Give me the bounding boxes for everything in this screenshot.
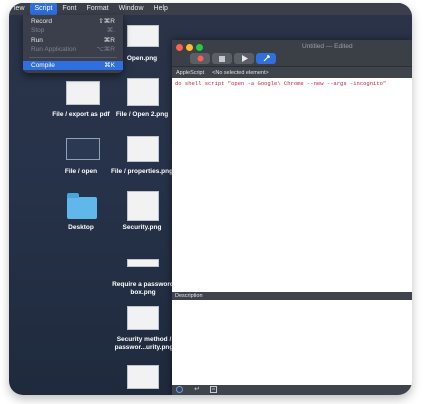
record-button[interactable] [190, 53, 210, 64]
compile-button[interactable] [256, 53, 276, 64]
properties-png-thumbnail[interactable] [127, 136, 159, 162]
menu-window[interactable]: Window [114, 3, 149, 15]
menu-item-shortcut: ⌘K [104, 62, 115, 69]
record-icon [197, 55, 203, 62]
language-popup[interactable]: AppleScript [172, 70, 208, 76]
open2-png-label: File / Open 2.png [115, 111, 169, 118]
description-header: Description [172, 292, 412, 300]
window-titlebar: Untitled — Edited [172, 40, 412, 67]
menu-separator [29, 57, 117, 58]
close-button[interactable] [176, 44, 183, 51]
menu-item-label: Record [31, 18, 52, 25]
element-popup[interactable]: <No selected element> [208, 70, 273, 76]
menu-font[interactable]: Font [57, 3, 81, 15]
menu-item-label: Compile [31, 62, 55, 69]
menu-item-shortcut: ⌘R [103, 37, 115, 44]
require-password-label: Require a password box.png [112, 281, 174, 296]
security-method-label: Security method / passwor...urity.png [114, 336, 174, 351]
menu-item-label: Run [31, 37, 43, 44]
menu-item-shortcut: ⇧⌘R [98, 18, 115, 25]
log-icon[interactable] [209, 386, 217, 394]
export-pdf-thumbnail[interactable] [66, 81, 100, 105]
bottom-bar: ↵ [172, 385, 412, 395]
play-icon [241, 55, 248, 62]
menu-item-record[interactable]: Record ⇧⌘R [23, 17, 123, 26]
script-editor-window: Untitled — Edited AppleScript <No select… [172, 40, 412, 395]
zoom-button[interactable] [196, 44, 203, 51]
minimize-button[interactable] [186, 44, 193, 51]
menu-item-shortcut: ⌥⌘R [96, 46, 115, 53]
file-open-label: File / open [64, 168, 98, 175]
security-png-label: Security.png [122, 224, 162, 231]
menu-item-stop[interactable]: Stop ⌘. [23, 26, 123, 35]
partial-thumbnail[interactable] [127, 365, 159, 389]
desktop-folder-icon[interactable] [67, 193, 97, 219]
info-icon[interactable] [175, 386, 183, 394]
menu-item-shortcut: ⌘. [106, 27, 115, 34]
menu-format[interactable]: Format [81, 3, 113, 15]
security-method-thumbnail[interactable] [127, 306, 159, 330]
reply-icon[interactable]: ↵ [193, 386, 201, 394]
description-area[interactable] [172, 300, 412, 385]
open-png-thumbnail[interactable] [127, 25, 159, 47]
stop-icon [219, 55, 225, 62]
export-pdf-label: File / export as pdf [52, 111, 110, 118]
file-open-thumbnail[interactable] [66, 138, 100, 160]
screen: iew Script Font Format Window Help Open.… [9, 3, 412, 395]
menu-item-run-application[interactable]: Run Application ⌥⌘R [23, 45, 123, 54]
menu-view[interactable]: iew [9, 3, 30, 15]
menu-item-label: Stop [31, 27, 45, 34]
desktop-folder-label: Desktop [68, 224, 94, 231]
open2-png-thumbnail[interactable] [127, 78, 159, 106]
window-title-name: Untitled [302, 43, 325, 50]
require-password-thumbnail[interactable] [127, 259, 159, 267]
hammer-icon [263, 55, 270, 62]
script-code[interactable]: do shell script "open -a Google\ Chrome … [175, 80, 409, 87]
properties-png-label: File / properties.png [110, 168, 174, 175]
menu-script[interactable]: Script [29, 3, 58, 15]
menu-bar: iew Script Font Format Window Help [9, 3, 412, 15]
window-title-suffix: — Edited [325, 43, 353, 50]
window-title: Untitled — Edited [302, 43, 353, 50]
navigation-bar: AppleScript <No selected element> [172, 67, 412, 78]
stop-button[interactable] [212, 53, 232, 64]
security-png-thumbnail[interactable] [127, 191, 159, 221]
menu-help[interactable]: Help [149, 3, 173, 15]
menu-item-label: Run Application [31, 46, 77, 53]
script-menu: Record ⇧⌘R Stop ⌘. Run ⌘R Run Applicatio… [23, 15, 123, 73]
run-button[interactable] [234, 53, 254, 64]
menu-item-run[interactable]: Run ⌘R [23, 36, 123, 45]
menu-item-compile[interactable]: Compile ⌘K [23, 61, 123, 70]
